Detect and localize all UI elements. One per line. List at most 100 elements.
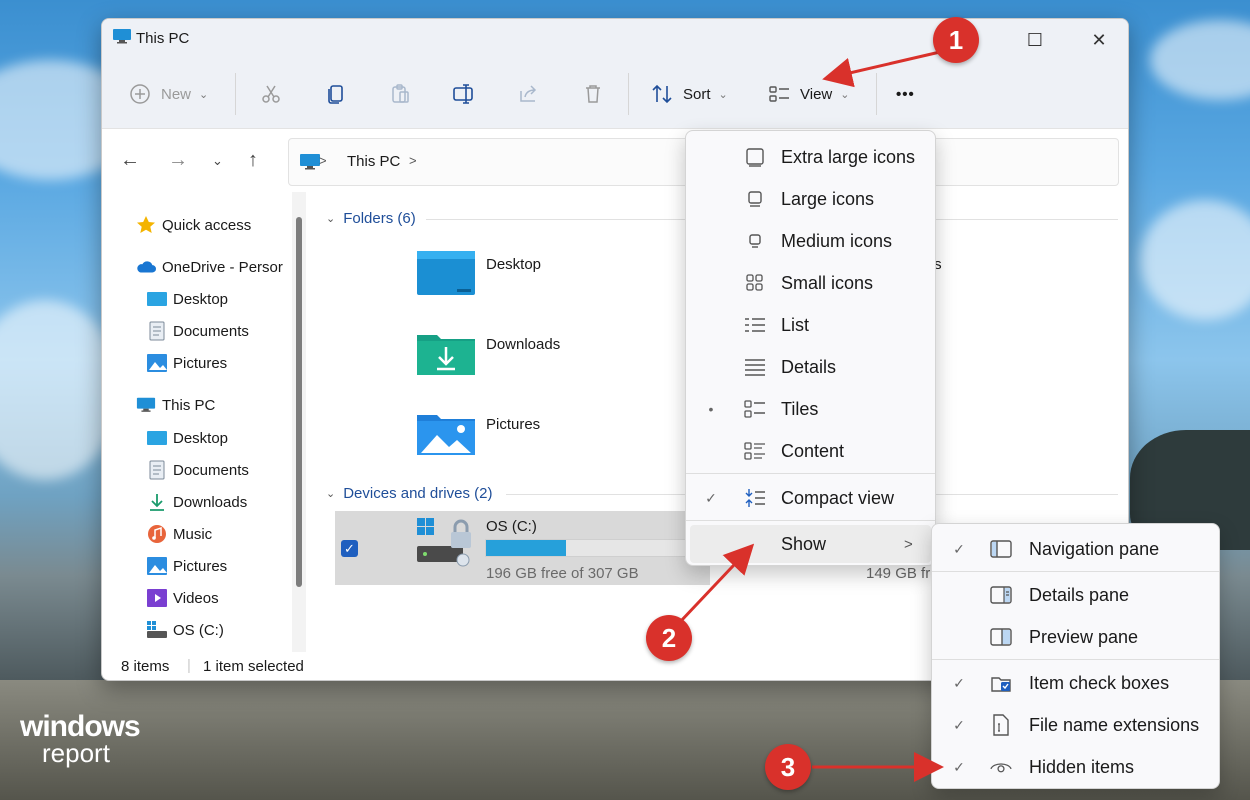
menu-item-label: Preview pane	[1029, 626, 1139, 647]
check-icon: ✓	[953, 758, 965, 775]
close-button[interactable]: ✕	[1076, 25, 1122, 55]
recent-locations-button[interactable]: ⌄	[212, 153, 223, 169]
sort-icon	[652, 84, 672, 104]
sidebar-item-label: Videos	[173, 589, 219, 607]
sidebar-item-desktop[interactable]: Desktop	[147, 425, 228, 451]
breadcrumb-separator: >	[409, 153, 417, 168]
chevron-down-icon: ⌄	[199, 88, 209, 101]
menu-item-tiles[interactable]: • Tiles	[690, 390, 931, 428]
sidebar-scroll-thumb[interactable]	[296, 217, 302, 587]
small-icons-icon	[744, 272, 766, 294]
menu-item-content[interactable]: Content	[690, 432, 931, 470]
menu-item-label: Navigation pane	[1029, 538, 1160, 559]
menu-item-label: Hidden items	[1029, 756, 1135, 777]
download-icon	[147, 492, 167, 512]
menu-divider	[932, 571, 1219, 572]
sort-button[interactable]: Sort ⌄	[650, 79, 728, 109]
breadcrumb-this-pc[interactable]: This PC	[347, 153, 400, 170]
breadcrumb-separator: >	[319, 153, 327, 168]
menu-item-small-icons[interactable]: Small icons	[690, 264, 931, 302]
downloads-folder-icon	[417, 335, 475, 375]
menu-item-medium-icons[interactable]: Medium icons	[690, 222, 931, 260]
forward-button[interactable]: →	[168, 149, 188, 172]
menu-item-hidden-items[interactable]: ✓ Hidden items	[936, 748, 1215, 786]
folder-label: Desktop	[486, 256, 542, 273]
view-button[interactable]: View ⌄	[768, 79, 849, 109]
up-button[interactable]: ↑	[248, 149, 258, 172]
menu-item-label: Large icons	[781, 188, 875, 209]
sidebar-item-onedrive-desktop[interactable]: Desktop	[147, 286, 228, 312]
documents-folder-icon	[147, 460, 167, 480]
copy-icon	[328, 85, 343, 104]
sidebar-item-label: OneDrive - Persor	[162, 258, 283, 276]
sidebar-item-quick-access[interactable]: Quick access	[136, 212, 251, 238]
back-button[interactable]: ←	[120, 149, 140, 172]
sidebar-item-onedrive-pictures[interactable]: Pictures	[147, 350, 227, 376]
menu-item-compact-view[interactable]: ✓ Compact view	[690, 479, 931, 517]
folder-label: Downloads	[486, 336, 561, 353]
new-button[interactable]: New ⌄	[129, 79, 208, 109]
sidebar-item-label: Pictures	[173, 354, 228, 372]
sidebar-item-pictures[interactable]: Pictures	[147, 553, 227, 579]
sidebar-item-label: Quick access	[162, 216, 252, 234]
menu-item-extra-large-icons[interactable]: Extra large icons	[690, 138, 931, 176]
menu-item-label: Medium icons	[781, 230, 893, 251]
folders-group-header[interactable]: ⌄ Folders (6)	[326, 210, 416, 227]
desktop-folder-icon	[147, 289, 167, 309]
sidebar-item-downloads[interactable]: Downloads	[147, 489, 247, 515]
sidebar-item-this-pc[interactable]: This PC	[136, 392, 215, 418]
monitor-icon	[300, 154, 320, 170]
menu-item-mark: •	[708, 401, 714, 417]
share-button[interactable]	[517, 79, 539, 109]
menu-item-label: Content	[781, 440, 845, 461]
more-options-button[interactable]: •••	[896, 79, 915, 109]
view-menu: Extra large icons Large icons Medium ico…	[685, 130, 936, 566]
address-row: ← → ⌄ ↑ > This PC >	[102, 130, 1128, 192]
check-icon: ✓	[953, 716, 965, 733]
menu-item-label: Small icons	[781, 272, 874, 293]
details-icon	[744, 356, 766, 378]
menu-item-item-check-boxes[interactable]: ✓ Item check boxes	[936, 664, 1215, 702]
close-icon: ✕	[1091, 30, 1107, 50]
tiles-icon	[744, 398, 766, 420]
list-icon	[744, 314, 766, 336]
sort-label: Sort	[683, 85, 711, 103]
sidebar-item-documents[interactable]: Documents	[147, 457, 249, 483]
sidebar-item-os-c[interactable]: OS (C:)	[147, 617, 224, 643]
view-label: View	[800, 85, 833, 103]
menu-item-label: Compact view	[781, 487, 895, 508]
menu-item-details[interactable]: Details	[690, 348, 931, 386]
more-icon: •••	[896, 85, 915, 103]
menu-item-list[interactable]: List	[690, 306, 931, 344]
sidebar-item-label: Downloads	[173, 493, 248, 511]
paste-button[interactable]	[389, 79, 411, 109]
documents-folder-icon	[147, 321, 167, 341]
cut-button[interactable]	[260, 79, 282, 109]
folders-header-label: Folders (6)	[343, 210, 416, 227]
menu-item-show[interactable]: Show >	[690, 525, 931, 563]
item-checkbox[interactable]: ✓	[341, 540, 358, 557]
menu-item-file-name-extensions[interactable]: ✓ File name extensions	[936, 706, 1215, 744]
copy-button[interactable]	[325, 79, 347, 109]
rename-button[interactable]	[452, 79, 476, 109]
sidebar-item-music[interactable]: Music	[147, 521, 212, 547]
compact-view-icon	[744, 487, 766, 509]
menu-item-details-pane[interactable]: Details pane	[936, 576, 1215, 614]
menu-item-navigation-pane[interactable]: ✓ Navigation pane	[936, 530, 1215, 568]
annotation-badge-1: 1	[933, 17, 979, 63]
sidebar-item-onedrive[interactable]: OneDrive - Persor	[136, 254, 283, 280]
large-icons-icon	[744, 188, 766, 210]
menu-item-preview-pane[interactable]: Preview pane	[936, 618, 1215, 656]
toolbar-divider	[235, 73, 236, 115]
windows-report-logo: windows report	[20, 712, 141, 767]
devices-group-header[interactable]: ⌄ Devices and drives (2)	[326, 485, 492, 502]
delete-button[interactable]	[582, 79, 604, 109]
details-pane-icon	[990, 584, 1012, 606]
sidebar-item-label: OS (C:)	[173, 621, 224, 639]
toolbar-divider	[876, 73, 877, 115]
menu-item-label: Details pane	[1029, 584, 1130, 605]
maximize-button[interactable]: ☐	[1012, 25, 1058, 55]
sidebar-item-videos[interactable]: Videos	[147, 585, 219, 611]
menu-item-large-icons[interactable]: Large icons	[690, 180, 931, 218]
sidebar-item-onedrive-documents[interactable]: Documents	[147, 318, 249, 344]
